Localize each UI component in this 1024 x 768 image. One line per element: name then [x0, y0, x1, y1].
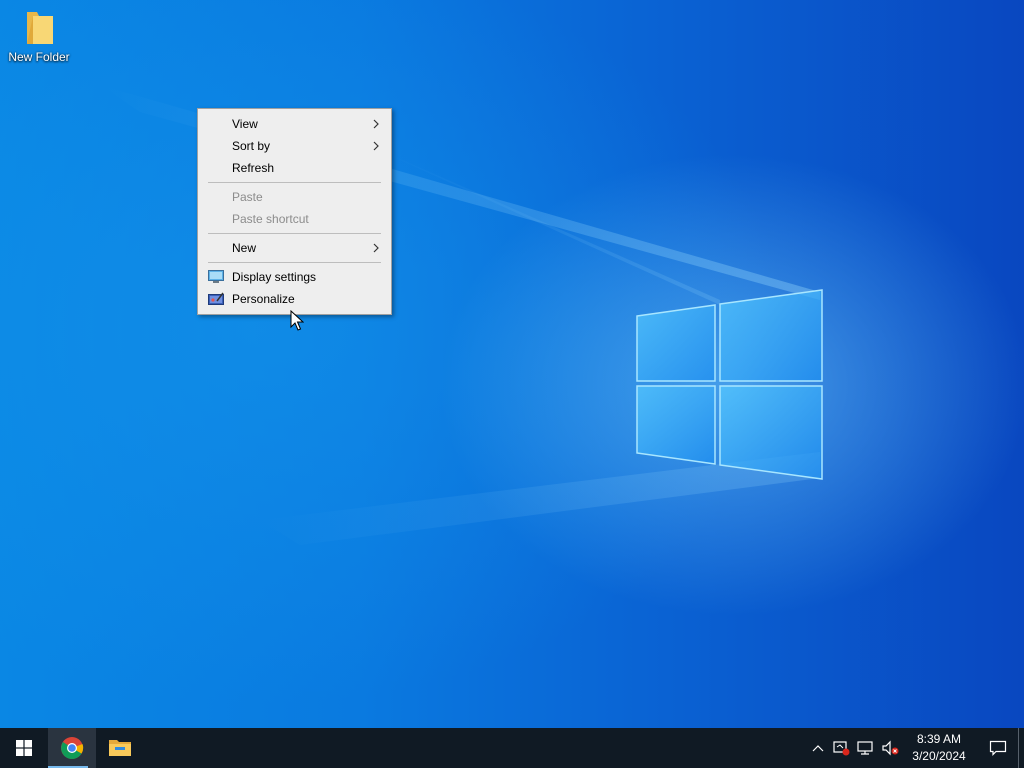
menu-item-paste[interactable]: Paste	[198, 186, 391, 208]
menu-item-label: Paste	[232, 190, 263, 204]
display-icon	[208, 270, 224, 283]
show-desktop-button[interactable]	[1018, 728, 1024, 768]
windows-logo-icon	[16, 740, 32, 756]
mouse-cursor-icon	[290, 310, 304, 331]
desktop-icon-new-folder[interactable]: New Folder	[4, 6, 74, 76]
menu-item-label: Personalize	[232, 292, 295, 306]
menu-item-label: New	[232, 241, 257, 255]
file-explorer-icon	[109, 740, 131, 756]
tray-security-button[interactable]	[830, 728, 854, 768]
menu-separator	[208, 233, 381, 234]
tray-overflow-button[interactable]	[806, 728, 830, 768]
taskbar: 8:39 AM 3/20/2024	[0, 728, 1024, 768]
menu-item-sort-by[interactable]: Sort by	[198, 135, 391, 157]
chrome-icon	[61, 737, 84, 759]
network-icon	[857, 741, 873, 755]
personalize-icon	[208, 292, 224, 305]
security-icon	[833, 741, 850, 756]
chevron-right-icon	[373, 119, 379, 129]
taskbar-clock[interactable]: 8:39 AM 3/20/2024	[906, 728, 972, 768]
menu-item-new[interactable]: New	[198, 237, 391, 259]
taskbar-file-explorer-button[interactable]	[96, 728, 144, 768]
action-center-button[interactable]	[978, 728, 1018, 768]
action-center-icon	[989, 740, 1007, 756]
chevron-right-icon	[373, 243, 379, 253]
tray-network-button[interactable]	[854, 728, 878, 768]
menu-item-paste-shortcut[interactable]: Paste shortcut	[198, 208, 391, 230]
clock-date: 3/20/2024	[912, 749, 966, 763]
taskbar-chrome-button[interactable]	[48, 728, 96, 768]
menu-separator	[208, 182, 381, 183]
menu-item-view[interactable]: View	[198, 113, 391, 135]
menu-item-refresh[interactable]: Refresh	[198, 157, 391, 179]
menu-separator	[208, 262, 381, 263]
wallpaper-windows-logo	[100, 85, 823, 545]
menu-item-personalize[interactable]: Personalize	[198, 288, 391, 310]
tray-volume-button[interactable]	[878, 728, 902, 768]
desktop-context-menu: View Sort by Refresh Paste Paste shortcu…	[197, 108, 392, 315]
chevron-up-icon	[812, 745, 824, 752]
chevron-right-icon	[373, 141, 379, 151]
system-tray: 8:39 AM 3/20/2024	[806, 728, 1024, 768]
desktop[interactable]: New Folder	[0, 0, 1024, 728]
volume-muted-icon	[882, 740, 899, 756]
menu-item-label: Paste shortcut	[232, 212, 309, 226]
menu-item-label: Refresh	[232, 161, 275, 175]
menu-item-label: Sort by	[232, 139, 271, 153]
desktop-icon-label: New Folder	[8, 50, 70, 64]
menu-item-label: Display settings	[232, 270, 317, 284]
folder-icon	[27, 12, 53, 44]
menu-item-label: View	[232, 117, 258, 131]
clock-time: 8:39 AM	[916, 732, 962, 746]
start-button[interactable]	[0, 728, 48, 768]
menu-item-display-settings[interactable]: Display settings	[198, 266, 391, 288]
